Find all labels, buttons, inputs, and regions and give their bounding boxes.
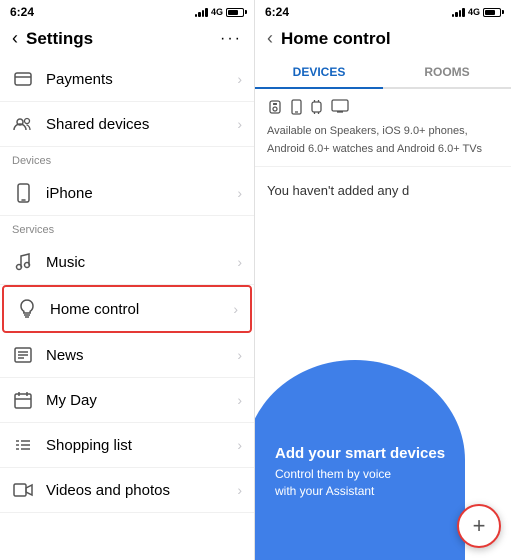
mobile-icon bbox=[291, 99, 302, 115]
news-chevron: › bbox=[237, 347, 242, 363]
tabs-bar: DEVICES ROOMS bbox=[255, 57, 511, 89]
menu-item-home-control[interactable]: Home control › bbox=[2, 285, 252, 333]
battery-left bbox=[226, 8, 244, 17]
signal-bars-left bbox=[195, 7, 208, 17]
device-icons-row bbox=[267, 99, 499, 115]
signal-bars-right bbox=[452, 7, 465, 17]
cta-subtitle: Control them by voicewith your Assistant bbox=[275, 466, 445, 500]
menu-item-my-day[interactable]: My Day › bbox=[0, 378, 254, 423]
signal-type-right: 4G bbox=[468, 7, 480, 17]
music-chevron: › bbox=[237, 254, 242, 270]
home-control-label: Home control bbox=[50, 301, 233, 318]
card-icon bbox=[12, 68, 34, 90]
shared-devices-chevron: › bbox=[237, 116, 242, 132]
devices-description: Available on Speakers, iOS 9.0+ phones, … bbox=[267, 125, 482, 155]
bar4 bbox=[205, 8, 208, 17]
status-icons-right: 4G bbox=[452, 7, 501, 17]
cta-title: Add your smart devices bbox=[275, 445, 445, 462]
phone-icon bbox=[12, 182, 34, 204]
video-icon bbox=[12, 479, 34, 501]
time-right: 6:24 bbox=[265, 5, 289, 19]
battery-right bbox=[483, 8, 501, 17]
fab-plus-icon: + bbox=[473, 513, 486, 539]
calendar-icon bbox=[12, 389, 34, 411]
menu-item-payments[interactable]: Payments › bbox=[0, 57, 254, 102]
battery-fill-left bbox=[228, 10, 238, 15]
tab-rooms[interactable]: ROOMS bbox=[383, 57, 511, 87]
menu-item-shopping-list[interactable]: Shopping list › bbox=[0, 423, 254, 468]
status-bar-right: 6:24 4G bbox=[255, 0, 511, 22]
bar4r bbox=[462, 8, 465, 17]
signal-type-left: 4G bbox=[211, 7, 223, 17]
right-panel: 6:24 4G ‹ Home control DEVICES ROOMS bbox=[255, 0, 511, 560]
cta-area: Add your smart devices Control them by v… bbox=[275, 445, 445, 500]
empty-state-text: You haven't added any d bbox=[255, 167, 511, 198]
videos-photos-chevron: › bbox=[237, 482, 242, 498]
menu-item-news[interactable]: News › bbox=[0, 333, 254, 378]
my-day-label: My Day bbox=[46, 392, 237, 409]
music-icon bbox=[12, 251, 34, 273]
videos-photos-label: Videos and photos bbox=[46, 482, 237, 499]
iphone-chevron: › bbox=[237, 185, 242, 201]
back-button-right[interactable]: ‹ bbox=[267, 28, 273, 49]
people-icon bbox=[12, 113, 34, 135]
add-device-button[interactable]: + bbox=[457, 504, 501, 548]
speaker-icon bbox=[267, 99, 283, 115]
services-section-label: Services bbox=[0, 216, 254, 240]
menu-item-videos-photos[interactable]: Videos and photos › bbox=[0, 468, 254, 513]
time-left: 6:24 bbox=[10, 5, 34, 19]
shopping-list-chevron: › bbox=[237, 437, 242, 453]
shared-devices-label: Shared devices bbox=[46, 116, 237, 133]
news-label: News bbox=[46, 347, 237, 364]
more-button[interactable]: ··· bbox=[220, 30, 242, 48]
iphone-label: iPhone bbox=[46, 185, 237, 202]
list-icon bbox=[12, 434, 34, 456]
payments-chevron: › bbox=[237, 71, 242, 87]
status-icons-left: 4G bbox=[195, 7, 244, 17]
bar3 bbox=[202, 10, 205, 17]
bar2 bbox=[198, 12, 201, 17]
right-nav: ‹ Home control bbox=[255, 22, 511, 57]
watch-icon bbox=[310, 99, 323, 115]
tab-devices[interactable]: DEVICES bbox=[255, 57, 383, 87]
lightbulb-icon bbox=[16, 298, 38, 320]
menu-item-shared-devices[interactable]: Shared devices › bbox=[0, 102, 254, 147]
menu-item-music[interactable]: Music › bbox=[0, 240, 254, 285]
devices-info: Available on Speakers, iOS 9.0+ phones, … bbox=[255, 89, 511, 167]
menu-item-iphone[interactable]: iPhone › bbox=[0, 171, 254, 216]
bar1r bbox=[452, 14, 455, 17]
main-content: You haven't added any d Add your smart d… bbox=[255, 167, 511, 560]
payments-label: Payments bbox=[46, 71, 237, 88]
left-panel: 6:24 4G ‹ Settings ··· Payments bbox=[0, 0, 255, 560]
music-label: Music bbox=[46, 254, 237, 271]
tv-icon bbox=[331, 99, 349, 113]
settings-title: Settings bbox=[26, 29, 220, 49]
shopping-list-label: Shopping list bbox=[46, 437, 237, 454]
home-control-title: Home control bbox=[281, 29, 391, 49]
bar1 bbox=[195, 14, 198, 17]
my-day-chevron: › bbox=[237, 392, 242, 408]
devices-section-label: Devices bbox=[0, 147, 254, 171]
news-icon bbox=[12, 344, 34, 366]
status-bar-left: 6:24 4G bbox=[0, 0, 254, 22]
settings-header: ‹ Settings ··· bbox=[0, 22, 254, 57]
bar3r bbox=[459, 10, 462, 17]
bar2r bbox=[455, 12, 458, 17]
back-button-left[interactable]: ‹ bbox=[12, 28, 18, 49]
battery-fill-right bbox=[485, 10, 495, 15]
home-control-chevron: › bbox=[233, 301, 238, 317]
